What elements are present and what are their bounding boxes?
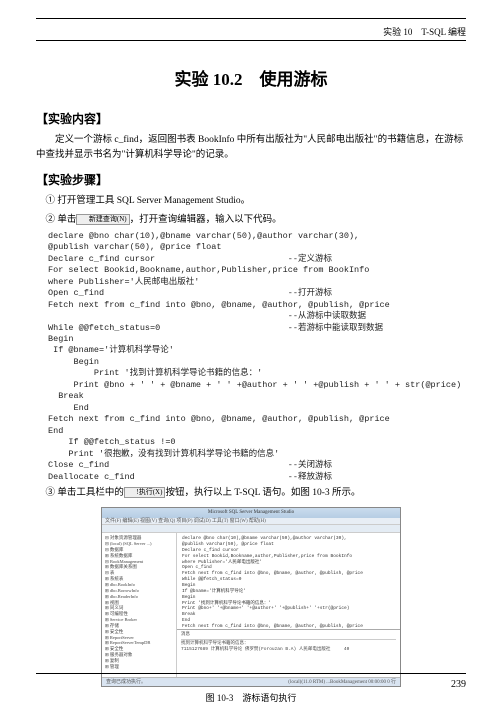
new-query-button-image: 新建查询(N) [76,214,129,225]
section-heading-content: 【实验内容】 [36,110,466,127]
ss-statusbar: 查询已成功执行。 (local)(11.0 RTM) ...BookManage… [102,677,400,686]
page-number: 239 [451,679,466,690]
page-header: 实验 10 T-SQL 编程 [36,22,466,40]
page-title: 实验 10.2 使用游标 [36,65,466,90]
section-heading-steps: 【实验步骤】 [36,171,466,188]
ss-results-text: 找到计算机科学导论书籍的信息： 7115127689 计算机科学导论 佛罗赞(F… [181,641,396,653]
ss-toolbar [102,525,400,533]
execute-button-image: !执行(X) [124,487,166,498]
content-paragraph: 定义一个游标 c_find，返回图书表 BookInfo 中所有出版社为"人民邮… [36,133,466,163]
step-3: ③ 单击工具栏中的!执行(X)按钮，执行以上 T-SQL 语句。如图 10-3 … [36,486,466,501]
ss-tree-node: ⊞ 管理 [105,664,173,670]
ss-results-pane: 消息 找到计算机科学导论书籍的信息： 7115127689 计算机科学导论 佛罗… [177,629,400,677]
code-block: declare @bno char(10),@bname varchar(50)… [48,231,466,483]
ss-editor-pane: declare @bno char(10),@bname varchar(50)… [177,533,400,677]
header-rule-1 [36,18,466,21]
ss-results-tab: 消息 [181,632,396,640]
footer-rule [36,673,466,674]
step-2: ② 单击新建查询(N)，打开查询编辑器，输入以下代码。 [36,213,466,228]
figure-caption: 图 10-3 游标语句执行 [36,691,466,704]
ss-object-explorer: ⊟ 对象资源管理器 ⊟ (local) (SQL Server ...) ⊟ 数… [102,533,177,677]
ss-menubar: 文件(F) 编辑(E) 视图(V) 查询(Q) 项目(P) 调试(D) 工具(T… [102,518,400,525]
ss-titlebar: Microsoft SQL Server Management Studio [102,508,400,518]
step-1: ① 打开管理工具 SQL Server Management Studio。 [36,194,466,209]
header-rule-2 [36,40,466,41]
screenshot-ssms: Microsoft SQL Server Management Studio 文… [101,507,401,687]
